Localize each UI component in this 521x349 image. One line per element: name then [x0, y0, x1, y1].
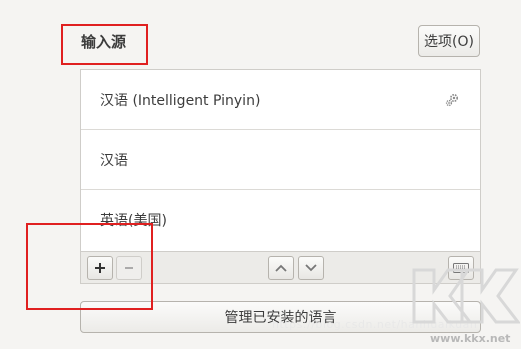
section-title: 输入源	[81, 33, 127, 51]
options-button[interactable]: 选项(O)	[418, 25, 480, 57]
move-down-button[interactable]	[298, 256, 324, 280]
chevron-up-icon	[275, 264, 287, 272]
add-input-source-button[interactable]	[87, 256, 113, 280]
minus-icon	[125, 267, 133, 269]
input-source-label: 英语(美国)	[100, 213, 167, 229]
input-source-list: 汉语 (Intelligent Pinyin) 汉语 英语(美国)	[80, 69, 481, 252]
remove-input-source-button[interactable]	[116, 256, 142, 280]
input-source-row[interactable]: 汉语	[81, 130, 480, 190]
input-source-label: 汉语 (Intelligent Pinyin)	[100, 92, 261, 109]
move-up-button[interactable]	[268, 256, 294, 280]
watermark-site: www.kkx.net	[430, 332, 511, 345]
plus-icon	[95, 263, 105, 273]
input-source-row[interactable]: 汉语 (Intelligent Pinyin)	[81, 70, 480, 130]
input-source-row[interactable]: 英语(美国)	[81, 190, 480, 250]
input-source-label: 汉语	[100, 152, 128, 169]
gear-icon[interactable]	[444, 92, 460, 108]
chevron-down-icon	[305, 264, 317, 272]
